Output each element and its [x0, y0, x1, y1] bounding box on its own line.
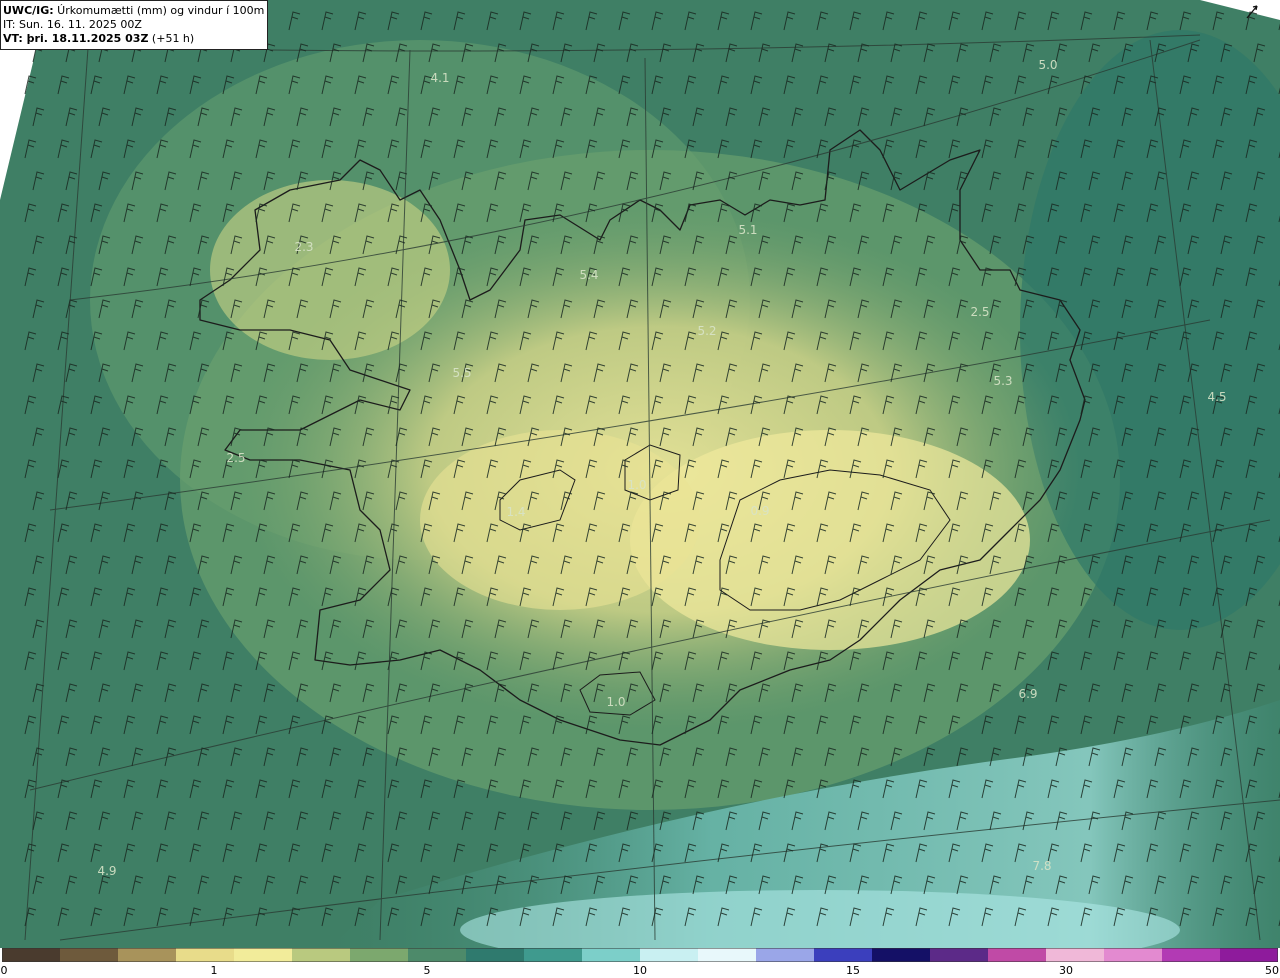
colorbar-tick: 1	[210, 964, 218, 977]
map-value-label: 7.8	[1032, 859, 1051, 873]
map-value-label: 5.1	[738, 223, 757, 237]
colorbar-swatch	[60, 948, 119, 962]
colorbar-swatch	[350, 948, 409, 962]
colorbar-swatch	[930, 948, 989, 962]
colorbar-swatch	[582, 948, 641, 962]
colorbar-swatch	[524, 948, 583, 962]
map-value-label: 1.0	[606, 695, 625, 709]
colorbar-swatch	[1104, 948, 1163, 962]
colorbar-swatch	[466, 948, 525, 962]
colorbar-swatch	[292, 948, 351, 962]
map-value-label: 5.4	[579, 268, 598, 282]
map-value-label: 1.0	[627, 478, 646, 492]
map-value-label: 5.3	[993, 374, 1012, 388]
colorbar-scale	[2, 948, 1278, 962]
colorbar-tick: 10	[633, 964, 647, 977]
map-value-label: 5.0	[1038, 58, 1057, 72]
colorbar-swatch	[2, 948, 61, 962]
map-value-label: 6.9	[1018, 687, 1037, 701]
colorbar-swatch	[1220, 948, 1278, 962]
colorbar-swatch	[1046, 948, 1105, 962]
colorbar-tick: 30	[1059, 964, 1073, 977]
valid-time: VT: þri. 18.11.2025 03Z	[3, 32, 149, 45]
colorbar-swatch	[698, 948, 757, 962]
map-value-label: 0.9	[750, 504, 769, 518]
map-value-label: 2.5	[970, 305, 989, 319]
map-value-label: 4.5	[1207, 390, 1226, 404]
product-title: Úrkomumætti (mm) og vindur í 100m hæð	[57, 4, 267, 17]
map-header: UWC/IG: Úrkomumætti (mm) og vindur í 100…	[0, 0, 268, 50]
map-value-label: 2.3	[294, 240, 313, 254]
colorbar-tick: 0	[0, 964, 8, 977]
map-value-label: 5.5	[452, 366, 471, 380]
colorbar-swatch	[814, 948, 873, 962]
colorbar-swatch	[408, 948, 467, 962]
colorbar: 0 1 5 10 15 30 50	[0, 948, 1280, 978]
colorbar-swatch	[872, 948, 931, 962]
colorbar-swatch	[640, 948, 699, 962]
colorbar-tick: 5	[423, 964, 431, 977]
colorbar-swatch	[1162, 948, 1221, 962]
valid-offset: (+51 h)	[148, 32, 195, 45]
colorbar-tick: 15	[846, 964, 860, 977]
map-value-label: 5.2	[697, 324, 716, 338]
product-line: UWC/IG: Úrkomumætti (mm) og vindur í 100…	[3, 4, 267, 18]
north-arrow-icon	[1246, 5, 1258, 19]
colorbar-swatch	[988, 948, 1047, 962]
initial-time: IT: Sun. 16. 11. 2025 00Z	[3, 18, 142, 31]
map-value-label: 4.1	[430, 71, 449, 85]
colorbar-swatch	[234, 948, 293, 962]
map-value-label: 4.9	[97, 864, 116, 878]
precipitable-water-map: 4.1 5.0 2.3 5.4 5.1 5.2 5.5 2.5 5.3 4.5 2.5 1.0 1.4 0…	[0, 0, 1280, 948]
product-code: UWC/IG:	[3, 4, 54, 17]
map-value-label: 2.5	[226, 451, 245, 465]
colorbar-swatch	[176, 948, 235, 962]
colorbar-tick: 50	[1265, 964, 1279, 977]
colorbar-swatch	[118, 948, 177, 962]
colorbar-swatch	[756, 948, 815, 962]
map-value-label: 1.4	[506, 505, 525, 519]
valid-time-line: VT: þri. 18.11.2025 03Z (+51 h)	[3, 32, 267, 46]
